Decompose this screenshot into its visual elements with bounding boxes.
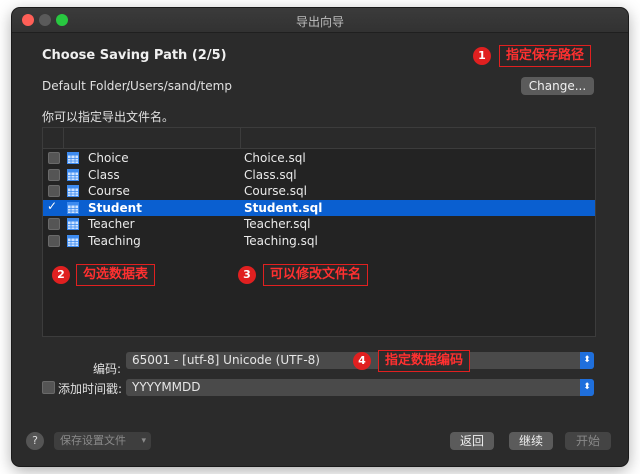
table-row[interactable]: Course Course.sql xyxy=(43,183,595,199)
table-name: Teacher xyxy=(88,217,135,232)
timestamp-format-value: YYYYMMDD xyxy=(132,380,201,394)
table-icon xyxy=(67,218,79,231)
encoding-value: 65001 - [utf-8] Unicode (UTF-8) xyxy=(132,353,320,367)
export-filename[interactable]: Teacher.sql xyxy=(244,217,310,231)
dropdown-arrow-icon: ▾ xyxy=(141,436,146,446)
start-button[interactable]: 开始 xyxy=(565,432,611,450)
row-checkbox[interactable] xyxy=(48,152,60,164)
export-filename[interactable]: Student.sql xyxy=(244,201,322,215)
annotation-badge-1: 1 xyxy=(473,47,491,65)
export-filename[interactable]: Course.sql xyxy=(244,184,307,198)
encoding-label: 编码: xyxy=(93,362,122,376)
timestamp-format-select[interactable]: YYYYMMDD ⬍ xyxy=(126,379,594,396)
table-icon xyxy=(67,201,79,214)
annotation-badge-3: 3 xyxy=(238,266,256,284)
change-folder-button[interactable]: Change... xyxy=(521,77,594,95)
table-row[interactable]: Class Class.sql xyxy=(43,167,595,183)
row-checkbox[interactable] xyxy=(48,218,60,231)
annotation-badge-4: 4 xyxy=(353,352,371,370)
row-checkbox[interactable] xyxy=(48,235,60,247)
table-icon xyxy=(67,185,79,198)
table-row[interactable]: Teacher Teacher.sql xyxy=(43,216,595,232)
back-button[interactable]: 返回 xyxy=(450,432,494,450)
continue-button[interactable]: 继续 xyxy=(509,432,553,450)
save-settings-label: 保存设置文件 xyxy=(60,434,126,447)
table-row[interactable]: ✓ Student Student.sql xyxy=(43,199,595,216)
updown-chevron-icon: ⬍ xyxy=(580,379,594,396)
export-wizard-window: 导出向导 Choose Saving Path (2/5) Default Fo… xyxy=(12,8,628,466)
table-name: Teaching xyxy=(88,234,141,248)
default-folder-path: /Users/sand/temp xyxy=(126,79,232,93)
table-list: Choice Choice.sql Class Class.sql Course Cour… xyxy=(42,127,596,337)
timestamp-checkbox[interactable] xyxy=(42,381,55,394)
title-bar: 导出向导 xyxy=(12,8,628,33)
table-name: Student xyxy=(88,200,142,215)
updown-chevron-icon: ⬍ xyxy=(580,352,594,369)
filename-hint: 你可以指定导出文件名。 xyxy=(42,110,175,124)
default-folder-label: Default Folder: xyxy=(42,79,131,93)
table-row[interactable]: Teaching Teaching.sql xyxy=(43,233,595,249)
table-row[interactable]: Choice Choice.sql xyxy=(43,150,595,166)
step-heading: Choose Saving Path (2/5) xyxy=(42,48,227,63)
export-filename[interactable]: Class.sql xyxy=(244,168,297,182)
checkmark-icon[interactable]: ✓ xyxy=(47,199,57,213)
table-name: Choice xyxy=(88,151,129,165)
table-name: Class xyxy=(88,167,120,182)
table-icon xyxy=(67,152,79,164)
annotation-label-4: 指定数据编码 xyxy=(378,350,471,372)
annotation-label-3: 可以修改文件名 xyxy=(263,264,369,286)
timestamp-label: 添加时间戳: xyxy=(58,382,123,396)
table-name: Course xyxy=(88,184,130,199)
window-title: 导出向导 xyxy=(295,15,344,29)
help-button[interactable]: ? xyxy=(26,432,44,450)
export-filename[interactable]: Teaching.sql xyxy=(244,234,318,248)
table-icon xyxy=(67,168,79,181)
annotation-label-1: 指定保存路径 xyxy=(499,45,592,67)
annotation-label-2: 勾选数据表 xyxy=(76,264,156,286)
table-header xyxy=(43,128,595,149)
row-checkbox[interactable] xyxy=(48,185,60,198)
save-settings-button[interactable]: 保存设置文件 ▾ xyxy=(54,432,151,450)
row-checkbox[interactable] xyxy=(48,168,60,181)
annotation-badge-2: 2 xyxy=(52,266,70,284)
export-filename[interactable]: Choice.sql xyxy=(244,151,306,165)
table-icon xyxy=(67,235,79,247)
